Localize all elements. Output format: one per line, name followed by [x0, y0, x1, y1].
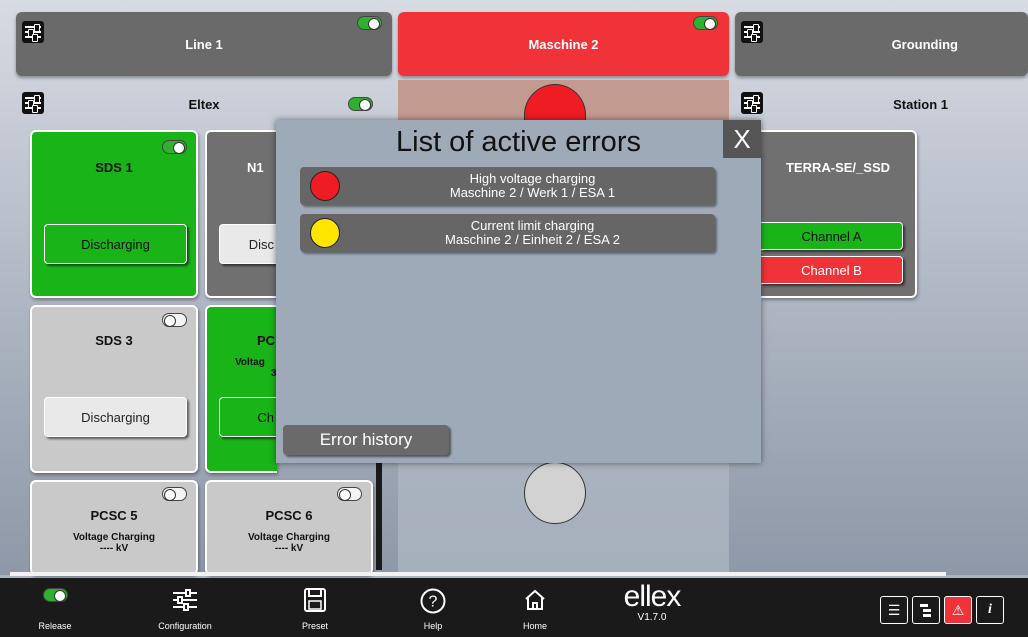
channel-a-button[interactable]: Channel A	[761, 222, 903, 250]
eltex-subheader: Eltex	[16, 84, 392, 124]
preset-button[interactable]: Preset	[285, 578, 345, 637]
sds-3-title: SDS 3	[95, 333, 133, 348]
grounding-header[interactable]: Grounding	[735, 12, 1028, 76]
maschine-2-toggle[interactable]	[693, 16, 718, 30]
n1-title: N1	[247, 160, 264, 175]
pc-button[interactable]: Ch	[219, 397, 277, 437]
eltex-title: Eltex	[188, 96, 220, 112]
info-icon[interactable]: i	[976, 596, 1004, 624]
pcsc-5-sub1: Voltage Charging	[72, 532, 156, 543]
help-button[interactable]: ? Help	[403, 578, 463, 637]
terra-title: TERRA-SE/_SSD	[785, 160, 891, 175]
error-title: High voltage charging	[469, 171, 596, 186]
pc-card[interactable]: PC Voltag 3 Ch	[205, 305, 277, 473]
sds-3-toggle[interactable]	[162, 313, 187, 327]
sds-1-title: SDS 1	[95, 160, 133, 175]
tree-icon[interactable]	[912, 596, 940, 624]
toggle-icon	[42, 588, 68, 602]
list-icon[interactable]: ☰	[880, 596, 908, 624]
home-icon	[505, 588, 565, 612]
station-1-title: Station 1	[893, 96, 948, 112]
pc-sub1: Voltag	[235, 357, 265, 368]
preset-label: Preset	[301, 621, 328, 631]
error-row[interactable]: High voltage charging Maschine 2 / Werk …	[300, 167, 715, 205]
pcsc-6-sub1: Voltage Charging	[247, 532, 331, 543]
sds-3-discharging-button[interactable]: Discharging	[44, 397, 187, 437]
sds-1-discharging-button[interactable]: Discharging	[44, 224, 187, 264]
status-circle-grey[interactable]	[524, 462, 586, 524]
line-1-header[interactable]: Line 1	[16, 12, 392, 76]
save-icon	[285, 588, 345, 612]
error-title: Current limit charging	[470, 218, 595, 233]
ellex-logo: ellex V1.7.0	[607, 580, 697, 624]
configuration-button[interactable]: Configuration	[155, 578, 215, 637]
pcsc-5-card[interactable]: PCSC 5 Voltage Charging ---- kV	[30, 480, 198, 575]
warning-icon[interactable]: ⚠	[944, 596, 972, 624]
pcsc-5-sub2: ---- kV	[99, 543, 129, 554]
sliders-icon	[155, 588, 215, 612]
footer-bar: Release Configuration Preset ? Help Home	[0, 578, 1028, 637]
dialog-title: List of active errors	[396, 126, 641, 158]
line-1-title: Line 1	[185, 36, 223, 52]
configuration-label: Configuration	[158, 621, 212, 631]
pc-title: PC	[257, 333, 276, 348]
home-label: Home	[522, 621, 547, 631]
error-history-button[interactable]: Error history	[283, 425, 449, 455]
maschine-2-header[interactable]: Maschine 2	[398, 12, 729, 76]
grounding-settings-icon[interactable]	[741, 21, 763, 43]
progress-bar	[10, 572, 946, 576]
eltex-toggle[interactable]	[348, 97, 373, 111]
sds-1-toggle[interactable]	[162, 140, 187, 154]
svg-text:?: ?	[429, 594, 438, 611]
pcsc-6-title: PCSC 6	[265, 508, 313, 523]
station-1-subheader: Station 1	[735, 84, 1028, 124]
error-status-red-icon	[310, 171, 340, 201]
error-status-yellow-icon	[310, 218, 340, 248]
error-location: Maschine 2 / Werk 1 / ESA 1	[449, 185, 616, 200]
help-icon: ?	[403, 588, 463, 614]
error-location: Maschine 2 / Einheit 2 / ESA 2	[445, 232, 620, 247]
pcsc-5-toggle[interactable]	[162, 487, 187, 501]
line-1-settings-icon[interactable]	[22, 21, 44, 43]
terra-card[interactable]: TERRA-SE/_SSD Channel A Channel B	[761, 130, 917, 298]
sds-3-card[interactable]: SDS 3 Discharging	[30, 305, 198, 473]
release-label: Release	[38, 621, 72, 631]
close-button[interactable]: X	[723, 120, 761, 158]
n1-card[interactable]: N1 Disc	[205, 130, 277, 298]
pcsc-5-title: PCSC 5	[90, 508, 138, 523]
version-label: V1.7.0	[637, 612, 667, 623]
error-row[interactable]: Current limit charging Maschine 2 / Einh…	[300, 214, 715, 252]
grounding-title: Grounding	[891, 36, 958, 52]
line-1-toggle[interactable]	[357, 16, 382, 30]
pcsc-6-sub2: ---- kV	[274, 543, 304, 554]
active-errors-dialog: List of active errors X High voltage cha…	[276, 120, 761, 463]
help-label: Help	[423, 621, 443, 631]
sds-1-card[interactable]: SDS 1 Discharging	[30, 130, 198, 298]
pcsc-6-toggle[interactable]	[337, 487, 362, 501]
maschine-2-title: Maschine 2	[528, 36, 599, 52]
home-button[interactable]: Home	[505, 578, 565, 637]
n1-discharging-button[interactable]: Disc	[219, 224, 277, 264]
pcsc-6-card[interactable]: PCSC 6 Voltage Charging ---- kV	[205, 480, 373, 575]
logo-text: ellex	[623, 580, 682, 613]
channel-b-button[interactable]: Channel B	[761, 256, 903, 284]
release-button[interactable]: Release	[25, 578, 85, 637]
right-toolbar: ☰ ⚠ i	[880, 596, 1004, 624]
